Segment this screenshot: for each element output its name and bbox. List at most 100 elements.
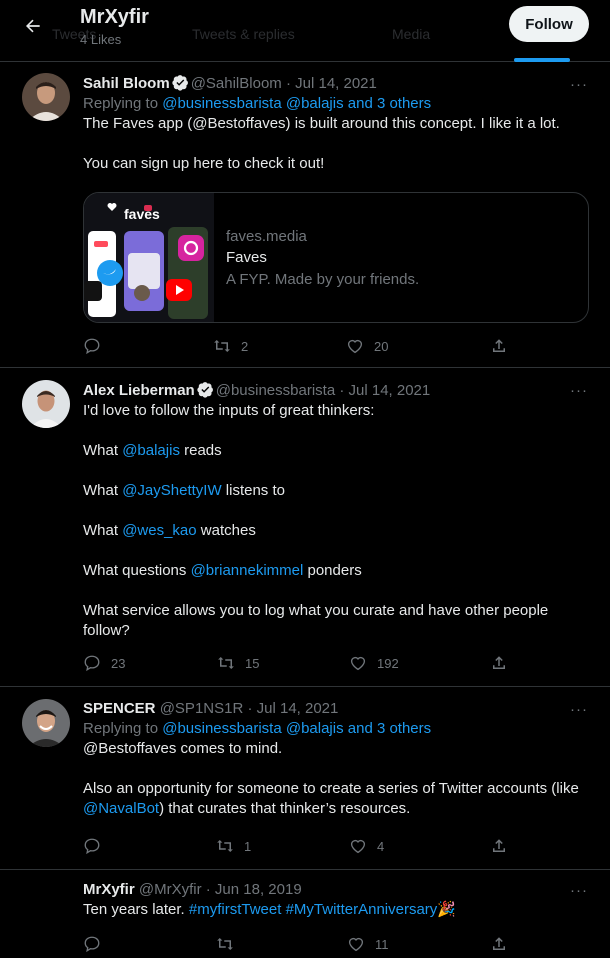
tweet-line: What questions @briannekimmel ponders — [83, 561, 590, 581]
tweet[interactable]: Alex Lieberman @businessbarista · Jul 14,… — [0, 368, 610, 687]
mention-link[interactable]: @briannekimmel — [191, 562, 304, 579]
hashtag-link[interactable]: #MyTwitterAnniversary — [286, 901, 438, 918]
like-button[interactable]: 192 — [349, 654, 399, 672]
avatar[interactable] — [22, 380, 70, 428]
heart-icon — [350, 656, 366, 671]
retweet-button[interactable]: 15 — [217, 654, 259, 672]
text-fragment: What — [83, 482, 123, 499]
text-fragment: watches — [196, 522, 256, 539]
text-fragment: listens to — [221, 482, 285, 499]
author-handle[interactable]: @SP1NS1R — [160, 700, 244, 717]
reply-icon — [84, 338, 100, 355]
like-count: 11 — [375, 936, 389, 952]
follow-button[interactable]: Follow — [509, 6, 589, 42]
share-button[interactable] — [490, 935, 508, 953]
share-icon — [493, 839, 505, 852]
replying-to: Replying to @businessbarista @balajis an… — [83, 94, 590, 114]
separator: · — [281, 75, 296, 92]
heart-icon — [348, 937, 364, 952]
author-handle[interactable]: @businessbarista — [216, 382, 335, 399]
page-title: MrXyfir — [80, 6, 149, 28]
retweet-button[interactable]: 2 — [213, 337, 248, 355]
tweet-line: What service allows you to log what you … — [83, 602, 549, 619]
tweet-date[interactable]: Jun 18, 2019 — [215, 881, 302, 898]
link-card[interactable]: faves faves.media Faves A FYP. Made by y… — [83, 192, 589, 323]
tweet-line: @NavalBot) that curates that thinker’s r… — [83, 800, 411, 817]
tweet-line: I'd love to follow the inputs of great t… — [83, 402, 375, 419]
avatar[interactable] — [22, 699, 70, 747]
more-options-icon[interactable]: ··· — [570, 701, 588, 718]
tweet[interactable]: Sahil Bloom @SahilBloom · Jul 14, 2021 Re… — [0, 62, 610, 368]
retweet-count: 15 — [245, 655, 260, 671]
hashtag-link[interactable]: #myfirstTweet — [189, 901, 282, 918]
tweet-date[interactable]: Jul 14, 2021 — [349, 382, 431, 399]
share-icon — [493, 339, 505, 352]
reply-button[interactable] — [83, 837, 111, 855]
tweet-actions: 1 4 — [83, 837, 513, 857]
reply-icon — [84, 936, 100, 953]
text-fragment: that curates that thinker’s resources. — [164, 800, 411, 817]
replying-to-link[interactable]: @businessbarista @balajis and 3 others — [162, 95, 431, 112]
card-image: faves — [84, 193, 214, 322]
author-name[interactable]: Alex Lieberman — [83, 382, 195, 399]
reply-button[interactable] — [83, 337, 111, 355]
reply-button[interactable] — [83, 935, 111, 953]
share-button[interactable] — [490, 654, 508, 672]
tweet[interactable]: MrXyfir @MrXyfir · Jun 18, 2019 Ten year… — [0, 870, 610, 958]
tweet-actions: 11 — [83, 935, 513, 955]
author-name[interactable]: MrXyfir — [83, 881, 135, 898]
avatar[interactable] — [22, 73, 70, 121]
likes-count: 4 Likes — [80, 32, 122, 47]
tweet-date[interactable]: Jul 14, 2021 — [257, 700, 339, 717]
retweet-icon — [214, 340, 230, 352]
mention-link[interactable]: @NavalBot — [83, 800, 159, 817]
replying-to-link[interactable]: @businessbarista @balajis and 3 others — [162, 720, 431, 737]
mention-link[interactable]: @wes_kao — [122, 522, 196, 539]
text-fragment: What — [83, 522, 123, 539]
more-options-icon[interactable]: ··· — [570, 76, 588, 93]
like-button[interactable]: 11 — [347, 935, 389, 953]
retweet-count: 2 — [241, 338, 249, 354]
author-handle[interactable]: @SahilBloom — [191, 75, 282, 92]
ghost-tab-media: Media — [392, 26, 431, 42]
tweet-date[interactable]: Jul 14, 2021 — [295, 75, 377, 92]
tweet-line: The Faves app (@Bestoffaves) is built ar… — [83, 115, 560, 132]
avatar-image — [22, 699, 70, 747]
more-options-icon[interactable]: ··· — [570, 882, 588, 899]
tweet-header: SPENCER @SP1NS1R · Jul 14, 2021 — [83, 699, 590, 719]
card-brand: faves — [124, 206, 160, 222]
heart-icon — [347, 339, 363, 354]
tweet-line: @Bestoffaves comes to mind. — [83, 740, 283, 757]
ghost-tab-replies: Tweets & replies — [192, 26, 295, 42]
replying-prefix: Replying to — [83, 95, 163, 112]
card-domain: faves.media — [226, 228, 307, 245]
author-name[interactable]: Sahil Bloom — [83, 75, 170, 92]
like-button[interactable]: 4 — [349, 837, 384, 855]
more-options-icon[interactable]: ··· — [570, 382, 588, 399]
author-name[interactable]: SPENCER — [83, 700, 156, 717]
mention-link[interactable]: @JayShettyIW — [122, 482, 221, 499]
back-button[interactable] — [16, 9, 50, 43]
tweet-line: What @wes_kao watches — [83, 521, 590, 541]
profile-header: Tweets Tweets & replies Media MrXyfir 4 … — [0, 0, 610, 62]
like-count: 4 — [377, 838, 385, 854]
like-button[interactable]: 20 — [346, 337, 388, 355]
share-button[interactable] — [490, 337, 508, 355]
share-icon — [493, 656, 505, 669]
author-handle[interactable]: @MrXyfir — [139, 881, 202, 898]
retweet-button[interactable]: 1 — [216, 837, 251, 855]
text-fragment: ponders — [303, 562, 362, 579]
share-button[interactable] — [490, 837, 508, 855]
party-popper-icon: 🎉 — [437, 901, 456, 918]
tweet[interactable]: SPENCER @SP1NS1R · Jul 14, 2021 Replying… — [0, 687, 610, 870]
separator: · — [243, 700, 257, 717]
tweet-header: MrXyfir @MrXyfir · Jun 18, 2019 — [83, 880, 590, 900]
retweet-button[interactable] — [216, 935, 244, 953]
share-icon — [493, 937, 505, 950]
reply-button[interactable]: 23 — [83, 654, 125, 672]
separator: · — [335, 382, 349, 399]
retweet-count: 1 — [244, 838, 252, 854]
tweet-header: Alex Lieberman @businessbarista · Jul 14,… — [83, 381, 590, 401]
mention-link[interactable]: @balajis — [122, 442, 180, 459]
tweet-line: follow? — [83, 622, 130, 639]
